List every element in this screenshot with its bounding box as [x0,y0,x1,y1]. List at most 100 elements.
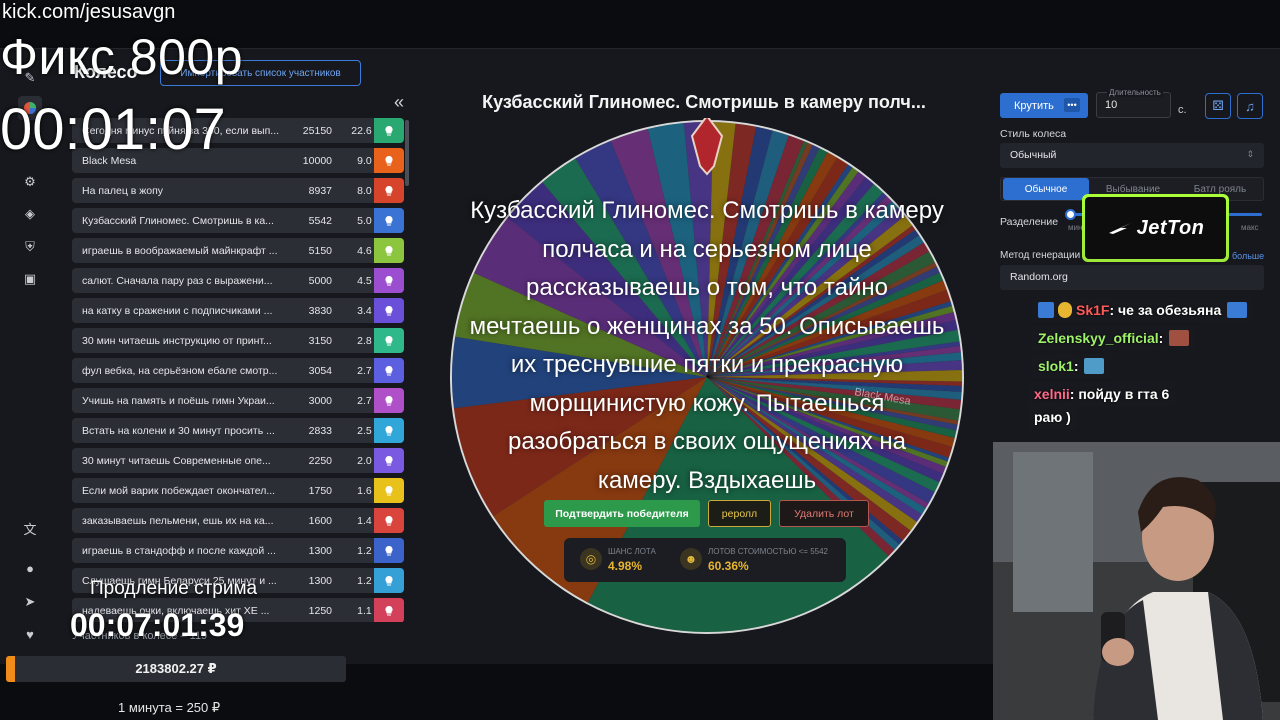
lightbulb-icon [385,275,393,285]
lot-amount: 5000 [308,274,332,287]
telegram-icon[interactable]: ➤ [18,590,42,614]
fix-price: Фикс 800р [0,29,244,85]
lot-color-swatch[interactable] [374,238,404,263]
lot-row[interactable]: заказываешь пельмени, ешь их на ка... 160… [72,508,404,533]
lot-color-swatch[interactable] [374,358,404,383]
chat-username[interactable]: Zelenskyy_official [1038,330,1159,346]
lot-color-swatch[interactable] [374,208,404,233]
lot-row[interactable]: Кузбасский Глиномес. Смотришь в ка... 554… [72,208,404,233]
lot-name: салют. Сначала пару раз с выражени... [82,274,273,287]
lot-row[interactable]: играешь в воображаемый майнкрафт ... 5150… [72,238,404,263]
lightbulb-icon [385,575,393,585]
style-select[interactable]: Обычный ⇕ [1000,143,1264,168]
lot-amount: 2833 [308,424,332,437]
chat-text: : че за обезьяна [1109,302,1222,318]
lot-list-scrollbar[interactable] [405,120,409,186]
tab-normal[interactable]: Обычное [1003,178,1089,200]
shield-icon[interactable]: ⛨ [18,235,42,259]
lot-row[interactable]: на катку в сражении с подписчиками ... 38… [72,298,404,323]
lot-row[interactable]: 30 минут читаешь Современные опе... 2250 2… [72,448,404,473]
total-bar: 2183802.27 ₽ [6,656,346,682]
lot-amount: 25150 [302,124,332,137]
split-slider-knob[interactable] [1065,209,1076,220]
chat-username[interactable]: slok1 [1038,358,1074,374]
lot-name: заказываешь пельмени, ешь их на ка... [82,514,274,527]
translate-icon[interactable]: 文 [18,516,42,540]
current-lot-title: Кузбасский Глиномес. Смотришь в камеру п… [482,92,926,112]
lightbulb-icon [385,125,393,135]
lot-list: Сегодня минус пуйня за 350, если вып... 2… [72,118,404,622]
github-icon[interactable]: ● [18,556,42,580]
lot-amount: 3150 [308,334,332,347]
gen-method-select[interactable]: Random.org [1000,265,1264,290]
lot-row[interactable]: 30 мин читаешь инструкцию от принт... 315… [72,328,404,353]
lot-row[interactable]: Если мой варик побеждает окончател... 175… [72,478,404,503]
lot-name: Учишь на память и поёшь гимн Украи... [82,394,275,407]
lot-color-swatch[interactable] [374,448,404,473]
duration-label: Длительность [1107,88,1163,97]
layers-icon[interactable]: ◈ [18,202,42,226]
lot-name: Кузбасский Глиномес. Смотришь в ка... [82,214,274,227]
lot-amount: 3000 [308,394,332,407]
lot-description: Кузбасский Глиномес. Смотришь в камеру п… [469,197,945,494]
lot-color-swatch[interactable] [374,388,404,413]
reroll-button[interactable]: реролл [708,500,771,527]
gear-icon[interactable]: ⚙ [18,170,42,194]
lot-amount: 5150 [308,244,332,257]
delete-lot-button[interactable]: Удалить лот [779,500,869,527]
media-icon[interactable]: ▣ [18,267,42,291]
stat-chance-label: ШАНС ЛОТА [608,547,656,556]
lightbulb-icon [385,395,393,405]
lot-color-swatch[interactable] [374,118,404,143]
collapse-panel-button[interactable]: « [394,92,404,113]
target-icon: ◎ [580,548,602,570]
lot-amount: 5542 [308,214,332,227]
lot-color-swatch[interactable] [374,598,404,622]
chat-text: : [1073,358,1079,374]
lightbulb-icon [385,215,393,225]
lot-color-swatch[interactable] [374,418,404,443]
lot-name: на катку в сражении с подписчиками ... [82,304,273,317]
more-link[interactable]: больше [1232,251,1264,261]
lightbulb-icon [385,365,393,375]
spin-button-label: Крутить [1014,99,1054,112]
lot-row[interactable]: Встать на колени и 30 минут просить ... 2… [72,418,404,443]
donate-icon[interactable]: ♥ [18,622,42,646]
lot-color-swatch[interactable] [374,568,404,593]
lot-row[interactable]: На палец в жопу 8937 8.0 % [72,178,404,203]
stat-cost-label: ЛОТОВ СТОИМОСТЬЮ <= 5542 [708,547,828,556]
lot-name: фул вебка, на серьёзном ебале смотр... [82,364,278,377]
spin-button[interactable]: Крутить ••• [1000,93,1088,118]
lot-color-swatch[interactable] [374,178,404,203]
chevron-updown-icon: ⇕ [1246,149,1254,159]
chat-username[interactable]: Sk1F [1076,302,1109,318]
chat-overlay: Sk1F: че за обезьяна Zelenskyy_official :… [1028,292,1280,442]
lot-color-swatch[interactable] [374,328,404,353]
music-icon[interactable]: ♫ [1237,93,1263,119]
lot-row[interactable]: играешь в стандофф и после каждой ... 130… [72,538,404,563]
stream-timer: 00:01:07 [0,97,226,162]
lot-name: На палец в жопу [82,184,164,197]
lightbulb-icon [385,485,393,495]
lot-row[interactable]: Учишь на память и поёшь гимн Украи... 300… [72,388,404,413]
lot-row[interactable]: салют. Сначала пару раз с выражени... 500… [72,268,404,293]
confirm-winner-button[interactable]: Подтвердить победителя [544,500,700,527]
lot-name: 30 минут читаешь Современные опе... [82,454,271,467]
sponsor-logo: JetTon [1085,197,1226,259]
lot-color-swatch[interactable] [374,148,404,173]
chat-username[interactable]: xelnii [1034,386,1070,402]
group-icon: ☻ [680,548,702,570]
lot-color-swatch[interactable] [374,478,404,503]
dice-icon[interactable]: ⚄ [1205,93,1231,119]
spin-options-icon[interactable]: ••• [1064,98,1080,112]
lot-color-swatch[interactable] [374,268,404,293]
lightbulb-icon [385,545,393,555]
style-label: Стиль колеса [1000,128,1067,140]
chat-message: slok1 : [1032,354,1111,378]
split-max-label: макс [1241,223,1259,232]
emote-icon [1227,302,1248,318]
lot-color-swatch[interactable] [374,538,404,563]
lot-color-swatch[interactable] [374,508,404,533]
lot-row[interactable]: фул вебка, на серьёзном ебале смотр... 30… [72,358,404,383]
lot-color-swatch[interactable] [374,298,404,323]
